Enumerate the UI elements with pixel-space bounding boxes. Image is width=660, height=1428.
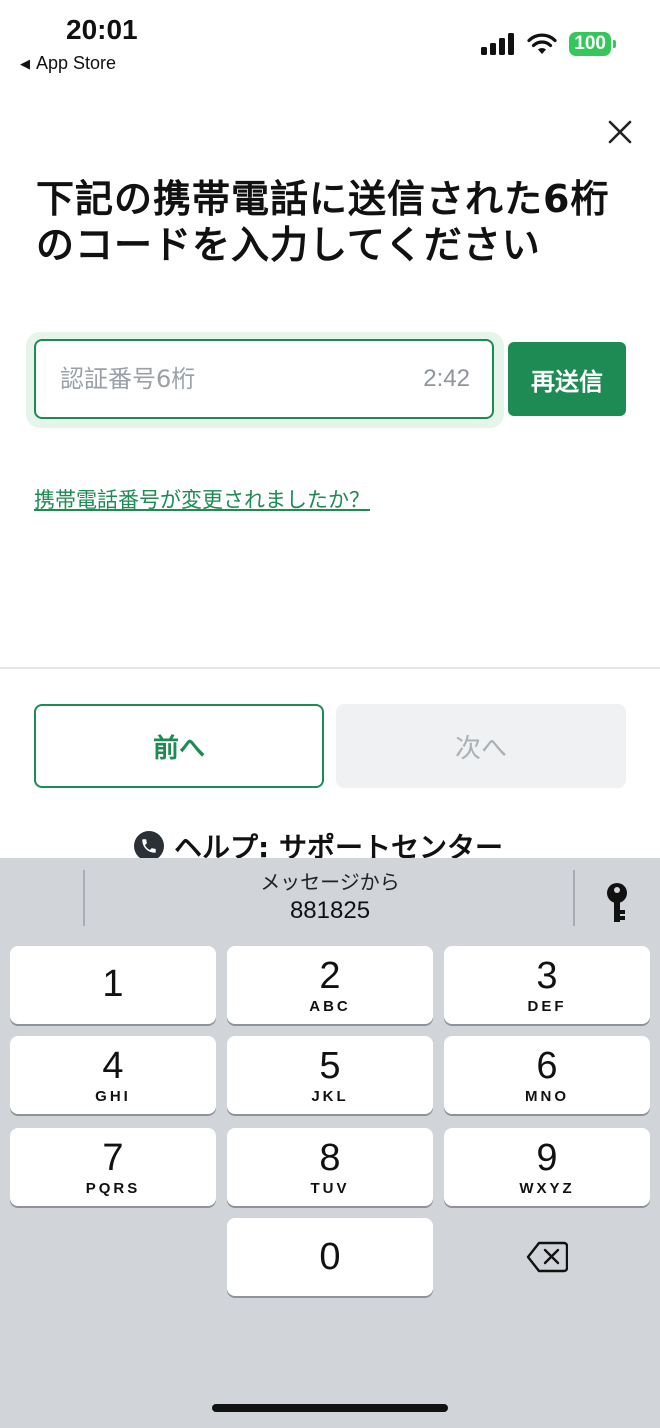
key-letters: GHI bbox=[95, 1087, 131, 1105]
battery-tip bbox=[613, 40, 616, 48]
key-number: 7 bbox=[102, 1136, 124, 1179]
delete-icon bbox=[526, 1241, 568, 1273]
key-number: 9 bbox=[536, 1136, 558, 1179]
status-icons: 100 bbox=[481, 32, 616, 56]
key-icon[interactable] bbox=[604, 882, 630, 924]
key-letters: JKL bbox=[311, 1087, 349, 1105]
resend-button[interactable]: 再送信 bbox=[508, 342, 626, 416]
key-number: 8 bbox=[319, 1136, 341, 1179]
next-button[interactable]: 次へ bbox=[336, 704, 626, 788]
close-button[interactable] bbox=[598, 110, 642, 154]
key-letters: ABC bbox=[309, 997, 351, 1015]
suggestion-source: メッセージから bbox=[260, 870, 400, 894]
code-input-field[interactable]: 2:42 bbox=[34, 339, 494, 419]
key-5[interactable]: 5 JKL bbox=[227, 1036, 433, 1114]
key-number: 3 bbox=[536, 954, 558, 997]
suggestion-divider-right bbox=[573, 870, 575, 926]
key-letters: DEF bbox=[527, 997, 567, 1015]
key-number: 4 bbox=[102, 1044, 124, 1087]
key-4[interactable]: 4 GHI bbox=[10, 1036, 216, 1114]
key-7[interactable]: 7 PQRS bbox=[10, 1128, 216, 1206]
suggestion-code: 881825 bbox=[289, 897, 371, 924]
suggestion-bar: メッセージから 881825 bbox=[0, 858, 660, 938]
prev-button[interactable]: 前へ bbox=[34, 704, 324, 788]
key-0[interactable]: 0 bbox=[227, 1218, 433, 1296]
delete-key[interactable] bbox=[444, 1218, 650, 1296]
numeric-keyboard: メッセージから 881825 1 2 ABC 3 DEF 4 GHI 5 JKL… bbox=[0, 858, 660, 1428]
key-number: 0 bbox=[319, 1236, 341, 1278]
home-indicator bbox=[212, 1404, 448, 1412]
key-8[interactable]: 8 TUV bbox=[227, 1128, 433, 1206]
back-app-label: App Store bbox=[36, 53, 117, 73]
key-letters: WXYZ bbox=[519, 1179, 575, 1197]
back-to-app-link[interactable]: ◀ App Store bbox=[20, 53, 116, 74]
key-letters: TUV bbox=[310, 1179, 350, 1197]
key-3[interactable]: 3 DEF bbox=[444, 946, 650, 1024]
page-title: 下記の携帯電話に送信された6桁のコードを入力してください bbox=[36, 177, 610, 267]
close-icon bbox=[608, 120, 632, 144]
wifi-icon bbox=[527, 33, 557, 54]
signal-icon bbox=[481, 33, 515, 55]
key-1[interactable]: 1 bbox=[10, 946, 216, 1024]
divider bbox=[0, 667, 660, 669]
back-triangle-icon: ◀ bbox=[20, 55, 30, 71]
countdown-timer: 2:42 bbox=[423, 365, 470, 392]
status-time: 20:01 bbox=[66, 14, 138, 45]
key-letters: MNO bbox=[525, 1087, 569, 1105]
verification-code-input[interactable] bbox=[58, 364, 424, 394]
key-number: 5 bbox=[319, 1044, 341, 1087]
key-letters: PQRS bbox=[85, 1179, 141, 1197]
key-number: 1 bbox=[102, 963, 124, 1005]
key-number: 6 bbox=[536, 1044, 558, 1087]
otp-suggestion[interactable]: メッセージから 881825 bbox=[86, 866, 574, 925]
key-2[interactable]: 2 ABC bbox=[227, 946, 433, 1024]
change-phone-link[interactable]: 携帯電話番号が変更されましたか？ bbox=[34, 484, 370, 514]
key-6[interactable]: 6 MNO bbox=[444, 1036, 650, 1114]
battery-icon: 100 bbox=[569, 32, 611, 56]
suggestion-divider-left bbox=[83, 870, 85, 926]
phone-icon bbox=[134, 831, 164, 861]
key-9[interactable]: 9 WXYZ bbox=[444, 1128, 650, 1206]
key-number: 2 bbox=[319, 954, 341, 997]
